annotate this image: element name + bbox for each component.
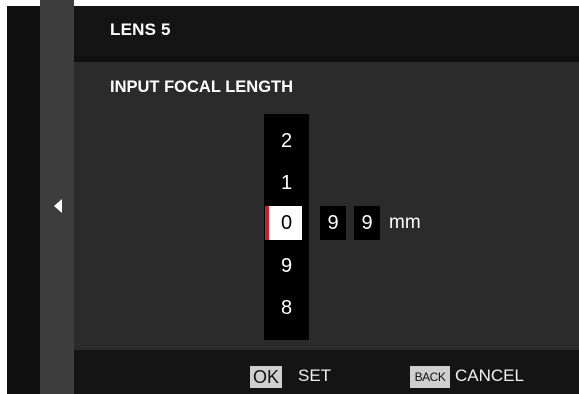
cancel-label[interactable]: CANCEL (455, 366, 524, 386)
triangle-left-icon[interactable] (54, 199, 62, 213)
picker-digit-above-1: 1 (280, 172, 293, 194)
dialog-subtitle: INPUT FOCAL LENGTH (110, 78, 294, 96)
back-key-icon[interactable]: BACK (410, 366, 450, 388)
set-label[interactable]: SET (298, 366, 331, 386)
unit-label: mm (389, 212, 421, 233)
picker-digit-below-1: 9 (280, 255, 293, 277)
digit-tens: 9 (327, 212, 339, 234)
selected-digit: 0 (280, 212, 293, 234)
digit-ones: 9 (361, 212, 373, 234)
picker-digit-above-2: 2 (280, 130, 293, 152)
picker-digit-below-2: 8 (280, 297, 293, 319)
side-tab-bar[interactable] (40, 0, 74, 394)
ok-key-icon[interactable]: OK (250, 366, 282, 388)
page-title: LENS 5 (110, 20, 171, 39)
